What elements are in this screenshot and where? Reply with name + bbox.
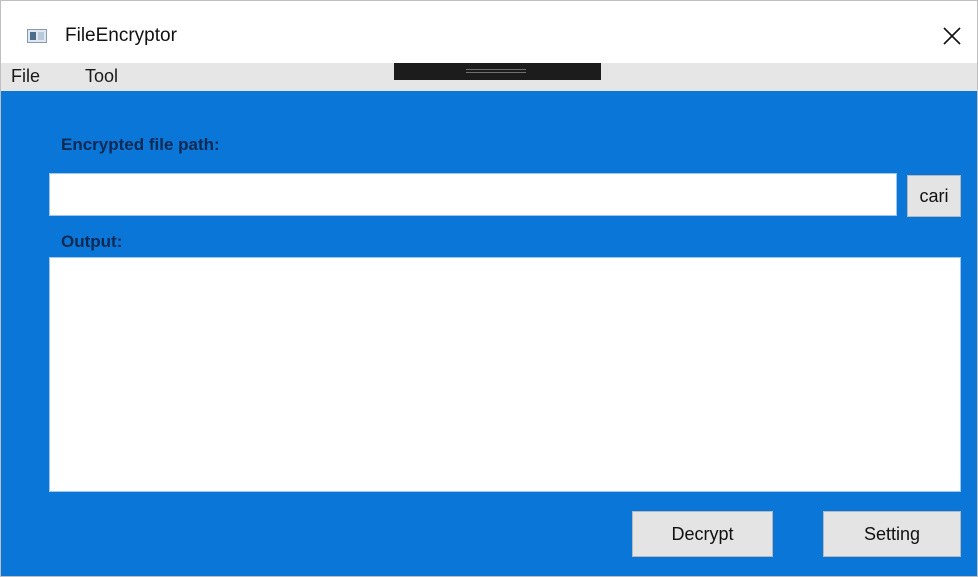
encrypted-file-path-label: Encrypted file path: xyxy=(61,135,220,154)
title-bar[interactable]: FileEncryptor xyxy=(1,1,977,63)
menu-tool[interactable]: Tool xyxy=(85,66,118,87)
app-window: FileEncryptor File Tool Encrypted file p… xyxy=(0,0,978,577)
encrypted-file-path-input[interactable] xyxy=(49,173,897,216)
browse-button[interactable]: cari xyxy=(907,175,961,217)
close-button[interactable] xyxy=(935,19,969,53)
window-title: FileEncryptor xyxy=(65,25,177,46)
menu-file[interactable]: File xyxy=(11,66,40,87)
close-icon xyxy=(943,27,961,45)
setting-button[interactable]: Setting xyxy=(823,511,961,557)
drag-handle[interactable] xyxy=(394,63,601,80)
decrypt-button[interactable]: Decrypt xyxy=(632,511,773,557)
output-label: Output: xyxy=(61,232,123,251)
window-app-icon xyxy=(27,29,47,43)
output-textarea[interactable] xyxy=(49,257,961,492)
